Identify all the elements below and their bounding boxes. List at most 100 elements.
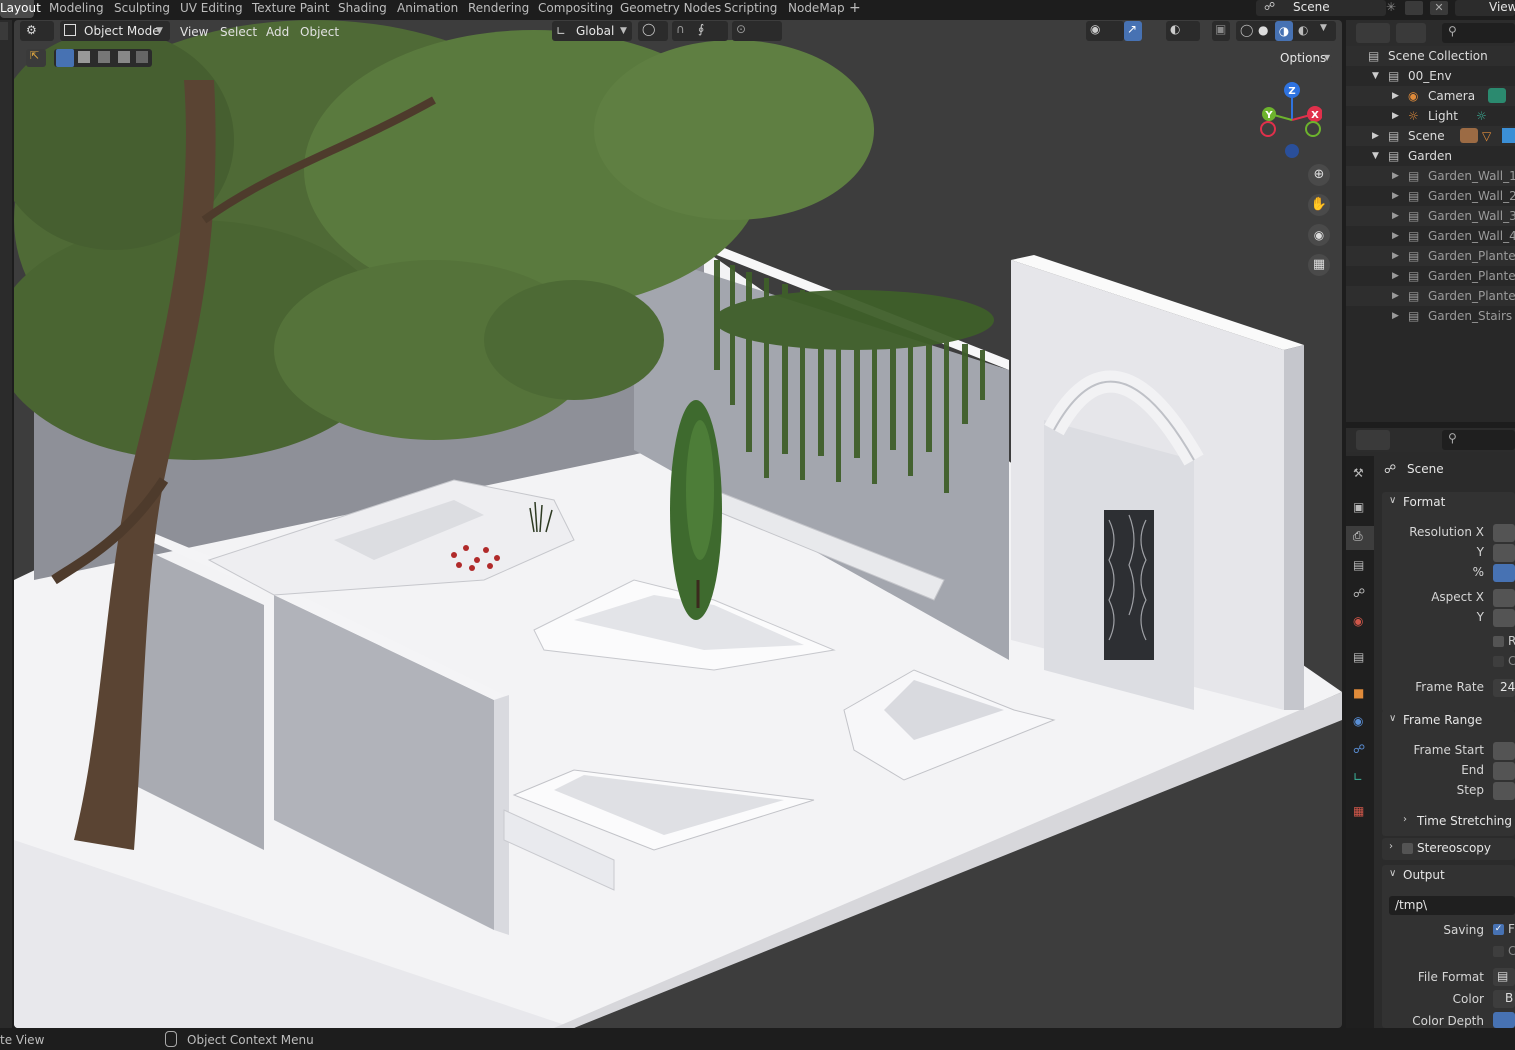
expand-arrow-icon[interactable]: ▶ [1392,286,1399,306]
expand-arrow-icon[interactable]: ▼ [1372,66,1379,86]
outliner-row-camera[interactable]: ▶ ◉ Camera [1346,86,1515,106]
collapse-arrow-icon[interactable]: ∨ [1389,713,1396,724]
wireframe-shading-icon[interactable]: ◯ [1240,23,1253,37]
output-tab[interactable]: ⎙ [1346,526,1374,550]
expand-arrow-icon[interactable]: › [1389,841,1393,852]
view-layer-tab-icon[interactable]: ▤ [1353,558,1364,572]
resolution-percent-slider[interactable] [1493,564,1515,582]
options-dropdown[interactable]: Options ▼ [1276,49,1334,67]
outliner-row-light[interactable]: ▶ ☼ Light ☼ [1346,106,1515,126]
stereoscopy-section-header[interactable]: Stereoscopy [1417,841,1491,855]
properties-search-input[interactable]: ⚲ [1442,430,1515,450]
texture-tab-icon[interactable]: ▦ [1353,804,1364,818]
stereoscopy-checkbox[interactable] [1402,843,1413,854]
select-invert-icon[interactable] [118,51,130,63]
render-region-checkbox[interactable] [1493,636,1504,647]
resolution-x-field[interactable] [1493,524,1515,542]
xray-toggle[interactable]: ▣ [1212,21,1230,41]
outliner-row-garden[interactable]: ▼ ▤ Garden [1346,146,1515,166]
view-layer-selector[interactable]: View [1455,0,1515,16]
expand-arrow-icon[interactable]: ▶ [1372,126,1379,146]
expand-arrow-icon[interactable]: ▶ [1392,306,1399,326]
frame-end-field[interactable] [1493,762,1515,780]
outliner-row-garden-stairs[interactable]: ▶ ▤ Garden_Stairs [1346,306,1515,326]
navigation-gizmo[interactable]: Z X Y [1252,82,1322,162]
select-subtract-icon[interactable] [98,51,110,63]
format-section-header[interactable]: Format [1403,495,1445,509]
snap-toggle[interactable]: ∩ ∮ [672,21,728,41]
tab-uv-editing[interactable]: UV Editing [180,0,243,18]
tab-nodemap[interactable]: NodeMap [788,0,845,18]
rendered-shading-icon[interactable]: ◐ [1298,23,1308,37]
tab-animation[interactable]: Animation [397,0,458,18]
outliner-filter[interactable] [1396,23,1426,43]
tab-texture-paint[interactable]: Texture Paint [252,0,329,18]
expand-arrow-icon[interactable]: ▼ [1372,146,1379,166]
frame-rate-selector[interactable]: 24 [1493,679,1515,697]
new-scene-icon[interactable] [1405,1,1423,15]
render-tab-icon[interactable]: ▣ [1353,500,1364,514]
tab-compositing[interactable]: Compositing [538,0,613,18]
tab-rendering[interactable]: Rendering [468,0,529,18]
aspect-x-field[interactable] [1493,589,1515,607]
physics-tab-icon[interactable]: ◉ [1353,714,1363,728]
select-extend-icon[interactable] [78,51,90,63]
object-tab-icon[interactable]: ■ [1353,686,1364,700]
select-tool-button[interactable]: ⇱ [26,49,46,67]
outliner-row-garden-wall-4[interactable]: ▶ ▤ Garden_Wall_4 [1346,226,1515,246]
add-workspace-icon[interactable]: + [849,0,861,18]
frame-range-section-header[interactable]: Frame Range [1403,713,1482,727]
outliner-row-garden-planters-2[interactable]: ▶ ▤ Garden_Planters_ [1346,266,1515,286]
tab-scripting[interactable]: Scripting [724,0,777,18]
collapse-arrow-icon[interactable]: ∨ [1389,495,1396,506]
collapse-arrow-icon[interactable]: ∨ [1389,868,1396,879]
transform-orientation-selector[interactable]: ∟ Global ▼ [552,21,632,41]
tab-modeling[interactable]: Modeling [49,0,104,18]
tab-geometry-nodes[interactable]: Geometry Nodes [620,0,721,18]
expand-arrow-icon[interactable]: ▶ [1392,86,1399,106]
expand-arrow-icon[interactable]: ▶ [1392,266,1399,286]
solid-shading-icon[interactable]: ● [1258,23,1268,37]
editor-type-menu[interactable]: ⚙ [20,21,54,41]
aspect-y-field[interactable] [1493,609,1515,627]
close-scene-icon[interactable]: ✕ [1430,1,1448,15]
pivot-point-selector[interactable]: ◯ [638,21,668,41]
outliner-row-scene[interactable]: ▶ ▤ Scene ▽ [1346,126,1515,146]
tool-tab-icon[interactable]: ⚒ [1353,466,1364,480]
pan-hand-icon[interactable]: ✋ [1308,194,1330,216]
proportional-edit-toggle[interactable]: ⊙ [732,21,782,41]
camera-view-icon[interactable]: ◉ [1308,224,1330,246]
outliner-row-garden-wall-3[interactable]: ▶ ▤ Garden_Wall_3 [1346,206,1515,226]
time-stretching-subpanel[interactable]: Time Stretching [1417,814,1512,828]
outliner-row-garden-planters-1[interactable]: ▶ ▤ Garden_Planters_ [1346,246,1515,266]
expand-arrow-icon[interactable]: ▶ [1392,226,1399,246]
overlays-toggle[interactable]: ◐ [1166,21,1200,41]
output-path-input[interactable]: /tmp\ [1389,896,1515,915]
material-preview-shading-icon[interactable]: ◑ [1275,21,1293,41]
menu-select[interactable]: Select [220,22,257,42]
outliner-row-garden-wall-2[interactable]: ▶ ▤ Garden_Wall_2 [1346,186,1515,206]
tab-sculpting[interactable]: Sculpting [114,0,170,18]
select-intersect-icon[interactable] [136,51,148,63]
frame-start-field[interactable] [1493,742,1515,760]
outliner-row-00-env[interactable]: ▼ ▤ 00_Env [1346,66,1515,86]
outliner-row-garden-planters-3[interactable]: ▶ ▤ Garden_Planters_ [1346,286,1515,306]
outliner-display-mode[interactable] [1356,23,1390,43]
ortho-grid-icon[interactable]: ▦ [1308,254,1330,276]
menu-add[interactable]: Add [266,22,289,42]
3d-viewport[interactable]: Z X Y ⊕ ✋ ◉ ▦ [14,20,1342,1028]
expand-arrow-icon[interactable]: ▶ [1392,166,1399,186]
visibility-menu[interactable]: ◉ [1086,21,1124,41]
cache-result-checkbox[interactable] [1493,946,1504,957]
output-section-header[interactable]: Output [1403,868,1445,882]
file-format-selector[interactable]: ▤ [1493,968,1515,986]
outliner-row-scene-collection[interactable]: ▤ Scene Collection [1346,46,1515,66]
file-extensions-checkbox[interactable]: ✓ [1493,924,1504,935]
scene-tab-icon[interactable]: ☍ [1353,586,1365,600]
gizmo-toggle-button[interactable]: ↗ [1124,21,1142,41]
menu-view[interactable]: View [180,22,208,42]
frame-step-field[interactable] [1493,782,1515,800]
outliner-search-input[interactable]: ⚲ [1442,23,1515,43]
pin-icon[interactable]: ✳ [1386,0,1396,14]
expand-arrow-icon[interactable]: ▶ [1392,106,1399,126]
